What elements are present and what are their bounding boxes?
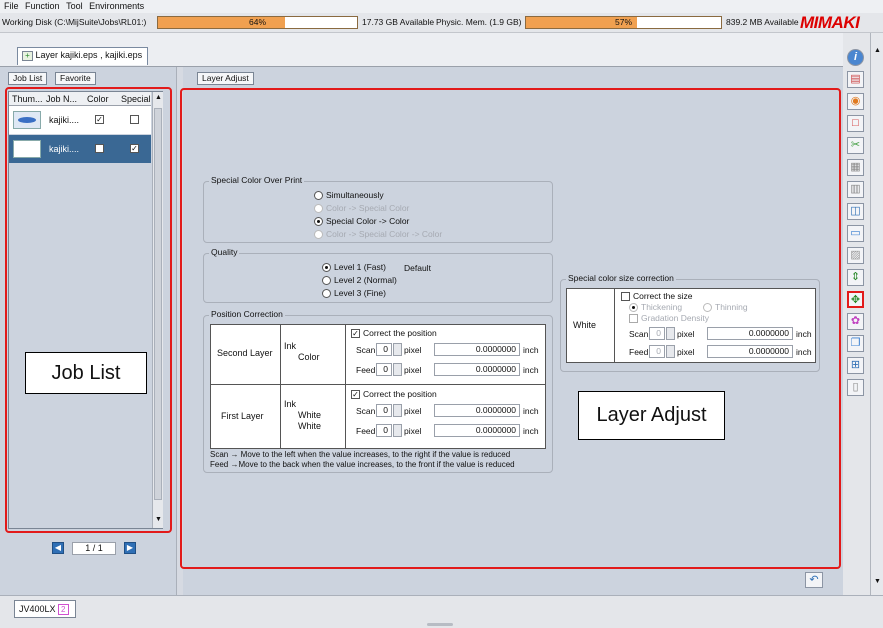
undo-icon[interactable]: ↶ — [805, 572, 823, 588]
cut-icon[interactable]: ✂ — [847, 137, 864, 154]
tab-job-list[interactable]: Job List — [8, 72, 48, 85]
disk-percent: 64% — [248, 17, 266, 27]
tile-icon[interactable]: ▦ — [847, 159, 864, 176]
step-icon[interactable]: ▥ — [847, 181, 864, 198]
printer-tab[interactable]: JV400LX 2 — [14, 600, 76, 618]
layer-adjust-callout: Layer Adjust — [578, 391, 725, 440]
trash-icon[interactable]: ▯ — [847, 379, 864, 396]
info-icon[interactable]: i — [847, 49, 864, 66]
mimaki-logo: MIMAKI — [800, 13, 860, 32]
layer-adjust-icon[interactable]: ✥ — [847, 291, 864, 308]
prev-page-icon[interactable]: ◀ — [52, 542, 64, 554]
document-tab-name: kajiki.eps , kajiki.eps — [60, 50, 143, 60]
printer-name: JV400LX — [19, 604, 56, 614]
layout-icon[interactable]: ◫ — [847, 203, 864, 220]
job-list-highlight — [5, 87, 172, 533]
tab-favorite[interactable]: Favorite — [55, 72, 96, 85]
working-disk-label: Working Disk (C:\MijSuite\Jobs\RL01:) — [2, 17, 147, 27]
memory-usage-bar: 57% — [525, 16, 722, 29]
layer-icon[interactable]: ▤ — [847, 71, 864, 88]
memory-available: 839.2 MB Available — [726, 17, 799, 27]
next-page-icon[interactable]: ▶ — [124, 542, 136, 554]
document-tab-prefix: Layer — [35, 50, 59, 60]
bottom-bar: JV400LX 2 — [0, 595, 883, 628]
color-icon[interactable]: ◉ — [847, 93, 864, 110]
main-scrollbar[interactable]: ▲ ▼ — [870, 33, 883, 595]
page-indicator: 1 / 1 — [72, 542, 116, 555]
menu-bar: File Function Tool Environments — [0, 0, 883, 13]
split-icon[interactable]: ⊞ — [847, 357, 864, 374]
memory-percent: 57% — [614, 17, 632, 27]
stack-icon[interactable]: ▨ — [847, 247, 864, 264]
menu-file[interactable]: File — [4, 1, 19, 11]
job-list-callout: Job List — [25, 352, 147, 394]
menu-environments[interactable]: Environments — [89, 1, 144, 11]
layer-tab-icon: + — [22, 50, 33, 61]
arrow-icon[interactable]: ⇕ — [847, 269, 864, 286]
tab-layer-adjust[interactable]: Layer Adjust — [197, 72, 254, 85]
menu-function[interactable]: Function — [25, 1, 60, 11]
printer-badge: 2 — [58, 604, 69, 615]
copy-icon[interactable]: ❐ — [847, 335, 864, 352]
memory-label: Physic. Mem. (1.9 GB) — [436, 17, 522, 27]
tool-sidebar: i ▤ ◉ □ ✂ ▦ ▥ ◫ ▭ ▨ ⇕ ✥ ✿ ❐ ⊞ ▯ — [843, 33, 870, 595]
status-bar: Working Disk (C:\MijSuite\Jobs\RL01:) 64… — [0, 13, 883, 33]
color-wheel-icon[interactable]: ✿ — [847, 313, 864, 330]
menu-tool[interactable]: Tool — [66, 1, 83, 11]
resize-grip[interactable] — [427, 623, 453, 626]
document-tab-strip: + Layer kajiki.eps , kajiki.eps — [0, 33, 850, 67]
window-icon[interactable]: ▭ — [847, 225, 864, 242]
disk-usage-bar: 64% — [157, 16, 358, 29]
disk-available: 17.73 GB Available — [362, 17, 435, 27]
layer-adjust-highlight — [180, 88, 841, 569]
document-tab[interactable]: + Layer kajiki.eps , kajiki.eps — [17, 47, 148, 65]
frame-icon[interactable]: □ — [847, 115, 864, 132]
